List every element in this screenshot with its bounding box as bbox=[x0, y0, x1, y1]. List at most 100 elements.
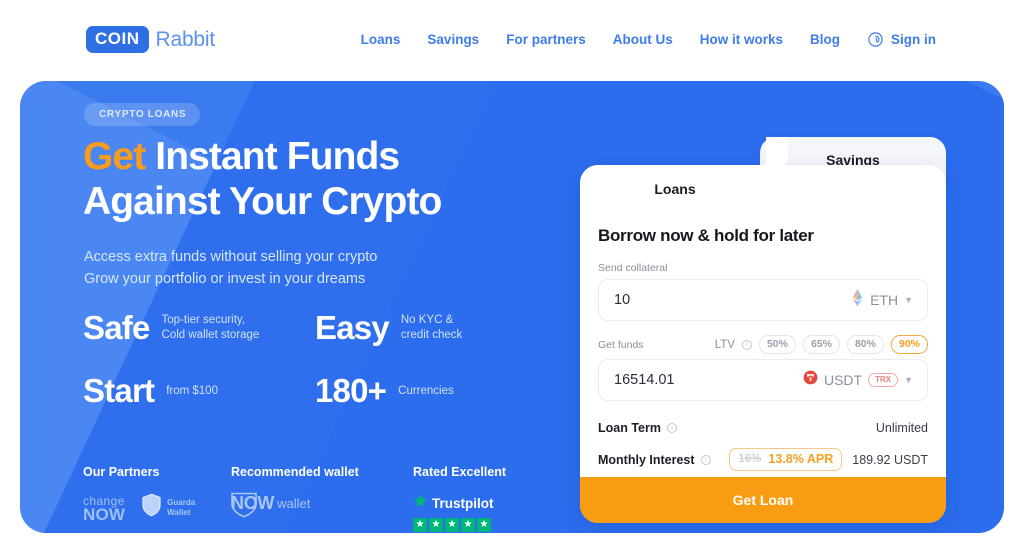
tab-loans-label: Loans bbox=[654, 181, 696, 197]
page-root: COIN Rabbit Loans Savings For partners A… bbox=[0, 0, 1024, 555]
trustpilot-rating[interactable]: Trustpilot ★ ★ ★ ★ ★ bbox=[413, 493, 553, 532]
site-header: COIN Rabbit Loans Savings For partners A… bbox=[0, 0, 1024, 81]
feature-currencies: 180+ Currencies bbox=[315, 372, 454, 410]
apr-old-value: 16% bbox=[738, 453, 762, 465]
loan-summary: Loan Term i Unlimited Monthly Interest i bbox=[598, 421, 928, 471]
logo[interactable]: COIN Rabbit bbox=[86, 26, 215, 53]
funds-currency-label: USDT bbox=[823, 372, 863, 388]
ltv-option-50[interactable]: 50% bbox=[758, 335, 796, 354]
apr-new-value: 13.8% APR bbox=[768, 452, 834, 466]
hero-section: CRYPTO LOANS Get Instant Funds Against Y… bbox=[20, 81, 1004, 533]
sign-in-button[interactable]: Sign in bbox=[867, 31, 936, 48]
chevron-down-icon: ▼ bbox=[904, 295, 913, 305]
feature-desc-line1: Top-tier security, bbox=[161, 314, 246, 326]
get-loan-button[interactable]: Get Loan bbox=[580, 477, 946, 523]
funds-amount-input[interactable]: 16514.01 bbox=[614, 372, 674, 388]
main-nav: Loans Savings For partners About Us How … bbox=[361, 31, 936, 48]
nav-item-blog[interactable]: Blog bbox=[810, 32, 840, 47]
collateral-amount-input[interactable]: 10 bbox=[614, 292, 630, 308]
monthly-interest-label: Monthly Interest bbox=[598, 452, 695, 467]
feature-start: Start from $100 bbox=[83, 372, 315, 410]
nav-item-for-partners[interactable]: For partners bbox=[506, 32, 586, 47]
ethereum-icon bbox=[851, 289, 864, 311]
hero-subtitle: Access extra funds without selling your … bbox=[84, 246, 377, 290]
nowwallet-logo[interactable]: NOW wallet bbox=[231, 492, 413, 517]
hero-feature-grid: Safe Top-tier security, Cold wallet stor… bbox=[83, 309, 523, 435]
feature-desc-line2: Cold wallet storage bbox=[161, 329, 260, 341]
rated-excellent-heading: Rated Excellent bbox=[413, 465, 507, 479]
get-funds-label: Get funds bbox=[598, 338, 644, 351]
nav-item-how-it-works[interactable]: How it works bbox=[700, 32, 783, 47]
headline-accent: Get bbox=[83, 135, 146, 178]
guarda-wallet-logo[interactable]: Guarda Wallet bbox=[141, 493, 195, 522]
guarda-line2: Wallet bbox=[167, 507, 191, 517]
changenow-logo-bottom: NOW bbox=[83, 505, 126, 524]
tether-icon bbox=[803, 370, 818, 390]
partners-column-recommended-wallet: Recommended wallet NOW wallet bbox=[231, 465, 413, 532]
hero-subtitle-line1: Access extra funds without selling your … bbox=[84, 249, 378, 265]
nav-item-about-us[interactable]: About Us bbox=[613, 32, 673, 47]
feature-desc: from $100 bbox=[166, 384, 218, 397]
logo-word: Rabbit bbox=[155, 27, 216, 51]
feature-easy: Easy No KYC & credit check bbox=[315, 309, 462, 347]
get-funds-row-header: Get funds LTV i 50% 65% 80% 90% bbox=[598, 335, 928, 354]
star-icon: ★ bbox=[429, 518, 443, 532]
feature-title: Safe bbox=[83, 309, 150, 346]
feature-desc: Currencies bbox=[398, 384, 454, 397]
logo-mark: COIN bbox=[86, 26, 149, 53]
info-icon[interactable]: i bbox=[666, 423, 677, 433]
feature-desc-line2: credit check bbox=[400, 329, 463, 341]
feature-row: Safe Top-tier security, Cold wallet stor… bbox=[83, 309, 523, 347]
interest-amount: 189.92 USDT bbox=[852, 452, 928, 467]
shield-icon bbox=[141, 493, 162, 522]
loan-term-row: Loan Term i Unlimited bbox=[598, 421, 928, 435]
guarda-line1: Guarda bbox=[167, 498, 196, 507]
feature-title: Start bbox=[83, 372, 155, 409]
collateral-currency-label: ETH bbox=[870, 292, 899, 308]
funds-input-row[interactable]: 16514.01 USDT TRX ▼ bbox=[598, 359, 928, 401]
funds-currency-selector[interactable]: USDT TRX ▼ bbox=[803, 370, 913, 390]
feature-desc-line1: No KYC & bbox=[400, 314, 454, 326]
loan-term-value: Unlimited bbox=[875, 421, 928, 435]
loan-calculator: Savings Loans Borrow now & hold for late… bbox=[580, 137, 946, 523]
crypto-loans-badge: CRYPTO LOANS bbox=[84, 103, 201, 126]
fingerprint-icon bbox=[867, 31, 884, 48]
partners-section: Our Partners change NOW Guarda Wallet Re… bbox=[83, 465, 553, 532]
partners-heading: Our Partners bbox=[83, 465, 160, 479]
changenow-logo[interactable]: change NOW bbox=[83, 495, 126, 524]
feature-title: Easy bbox=[315, 309, 390, 346]
feature-row: Start from $100 180+ Currencies bbox=[83, 372, 523, 410]
info-icon[interactable]: i bbox=[700, 454, 711, 465]
recommended-wallet-heading: Recommended wallet bbox=[231, 465, 359, 479]
sign-in-label: Sign in bbox=[891, 32, 936, 47]
headline-rest: Instant Funds bbox=[145, 135, 400, 178]
star-icon: ★ bbox=[413, 518, 427, 532]
star-icon: ★ bbox=[445, 518, 459, 532]
info-icon[interactable]: i bbox=[741, 339, 752, 350]
nav-item-savings[interactable]: Savings bbox=[427, 32, 479, 47]
calculator-body: Borrow now & hold for later Send collate… bbox=[580, 213, 946, 484]
loan-term-label: Loan Term bbox=[598, 421, 661, 435]
feature-title: 180+ bbox=[315, 372, 387, 409]
feature-desc: Top-tier security, Cold wallet storage bbox=[162, 313, 260, 343]
ltv-option-90[interactable]: 90% bbox=[890, 335, 928, 354]
collateral-input-row[interactable]: 10 ETH ▼ bbox=[598, 279, 928, 321]
network-badge-trx[interactable]: TRX bbox=[868, 373, 899, 387]
partners-column-rated-excellent: Rated Excellent Trustpilot ★ ★ ★ ★ ★ bbox=[413, 465, 553, 532]
ltv-option-65[interactable]: 65% bbox=[802, 335, 840, 354]
collateral-currency-selector[interactable]: ETH ▼ bbox=[851, 289, 913, 311]
hero-subtitle-line2: Grow your portfolio or invest in your dr… bbox=[84, 271, 366, 287]
chevron-down-icon: ▼ bbox=[904, 375, 913, 385]
feature-desc: No KYC & credit check bbox=[401, 313, 462, 343]
partners-column-our-partners: Our Partners change NOW Guarda Wallet bbox=[83, 465, 231, 532]
calculator-card: Loans Borrow now & hold for later Send c… bbox=[580, 137, 946, 523]
ltv-option-80[interactable]: 80% bbox=[846, 335, 884, 354]
apr-badge: 16% 13.8% APR bbox=[729, 448, 843, 471]
star-icon: ★ bbox=[477, 518, 491, 532]
monthly-interest-row: Monthly Interest i 16% 13.8% APR 189.92 … bbox=[598, 448, 928, 471]
nav-item-loans[interactable]: Loans bbox=[361, 32, 401, 47]
trustpilot-star-rating: ★ ★ ★ ★ ★ bbox=[413, 518, 553, 532]
feature-safe: Safe Top-tier security, Cold wallet stor… bbox=[83, 309, 315, 347]
tab-loans[interactable]: Loans bbox=[580, 137, 788, 213]
ltv-selector: LTV i 50% 65% 80% 90% bbox=[715, 335, 928, 354]
